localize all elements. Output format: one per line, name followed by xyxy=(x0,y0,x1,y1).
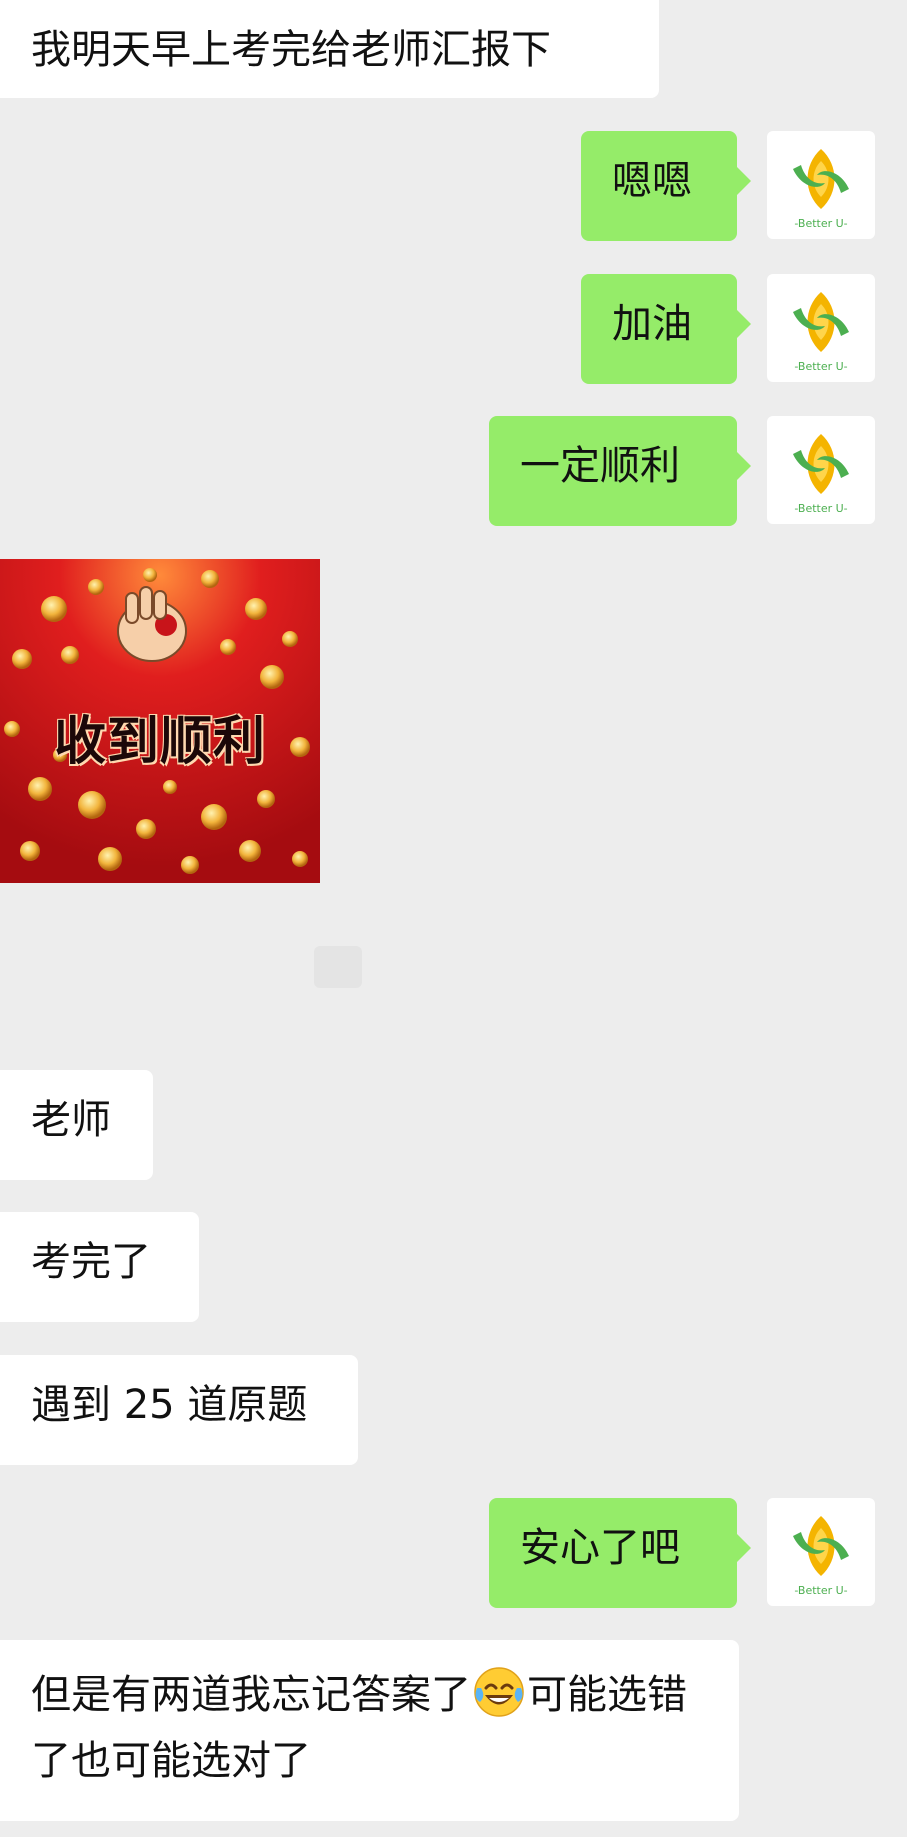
message-text-part: 但是有两道我忘记答案了 xyxy=(31,1672,471,1718)
message-bubble-incoming[interactable]: 我明天早上考完给老师汇报下 xyxy=(0,0,659,98)
message-bubble-outgoing[interactable]: 加油 xyxy=(581,274,751,384)
better-u-logo-icon: -Better U- xyxy=(793,434,849,515)
message-text: 一定顺利 xyxy=(520,443,680,489)
avatar[interactable]: -Better U- xyxy=(767,274,875,382)
svg-text:-Better U-: -Better U- xyxy=(794,217,847,230)
avatar[interactable]: -Better U- xyxy=(767,1498,875,1606)
message-text: 遇到 25 道原题 xyxy=(31,1382,308,1428)
avatar[interactable]: -Better U- xyxy=(767,131,875,239)
message-text: 考完了 xyxy=(31,1239,151,1285)
message-bubble-incoming[interactable]: 老师 xyxy=(0,1070,153,1180)
placeholder-block xyxy=(314,946,362,988)
message-text: 我明天早上考完给老师汇报下 xyxy=(31,27,551,73)
sticker-caption: 收到顺利 xyxy=(53,712,266,772)
message-bubble-outgoing[interactable]: 一定顺利 xyxy=(489,416,751,526)
tears-of-joy-emoji xyxy=(474,1667,524,1717)
message-text: 安心了吧 xyxy=(520,1525,680,1571)
message-text: 老师 xyxy=(31,1097,111,1143)
message-bubble-outgoing[interactable]: 嗯嗯 xyxy=(581,131,751,241)
svg-text:-Better U-: -Better U- xyxy=(794,502,847,515)
avatar[interactable]: -Better U- xyxy=(767,416,875,524)
message-bubble-incoming[interactable]: 但是有两道我忘记答案了 可能选错了也可能选对了 xyxy=(0,1640,739,1821)
sticker-image[interactable]: 收到顺利 xyxy=(0,559,320,883)
chat-conversation: 我明天早上考完给老师汇报下 嗯嗯 -Better U- 加油 -Better U… xyxy=(0,0,907,1837)
better-u-logo-icon: -Better U- xyxy=(793,292,849,373)
message-text: 嗯嗯 xyxy=(612,158,692,204)
better-u-logo-icon: -Better U- xyxy=(793,1516,849,1597)
svg-text:-Better U-: -Better U- xyxy=(794,1584,847,1597)
message-text: 加油 xyxy=(612,301,692,347)
message-bubble-incoming[interactable]: 遇到 25 道原题 xyxy=(0,1355,358,1465)
better-u-logo-icon: -Better U- xyxy=(793,149,849,230)
svg-text:-Better U-: -Better U- xyxy=(794,360,847,373)
message-bubble-incoming[interactable]: 考完了 xyxy=(0,1212,199,1322)
message-bubble-outgoing[interactable]: 安心了吧 xyxy=(489,1498,751,1608)
